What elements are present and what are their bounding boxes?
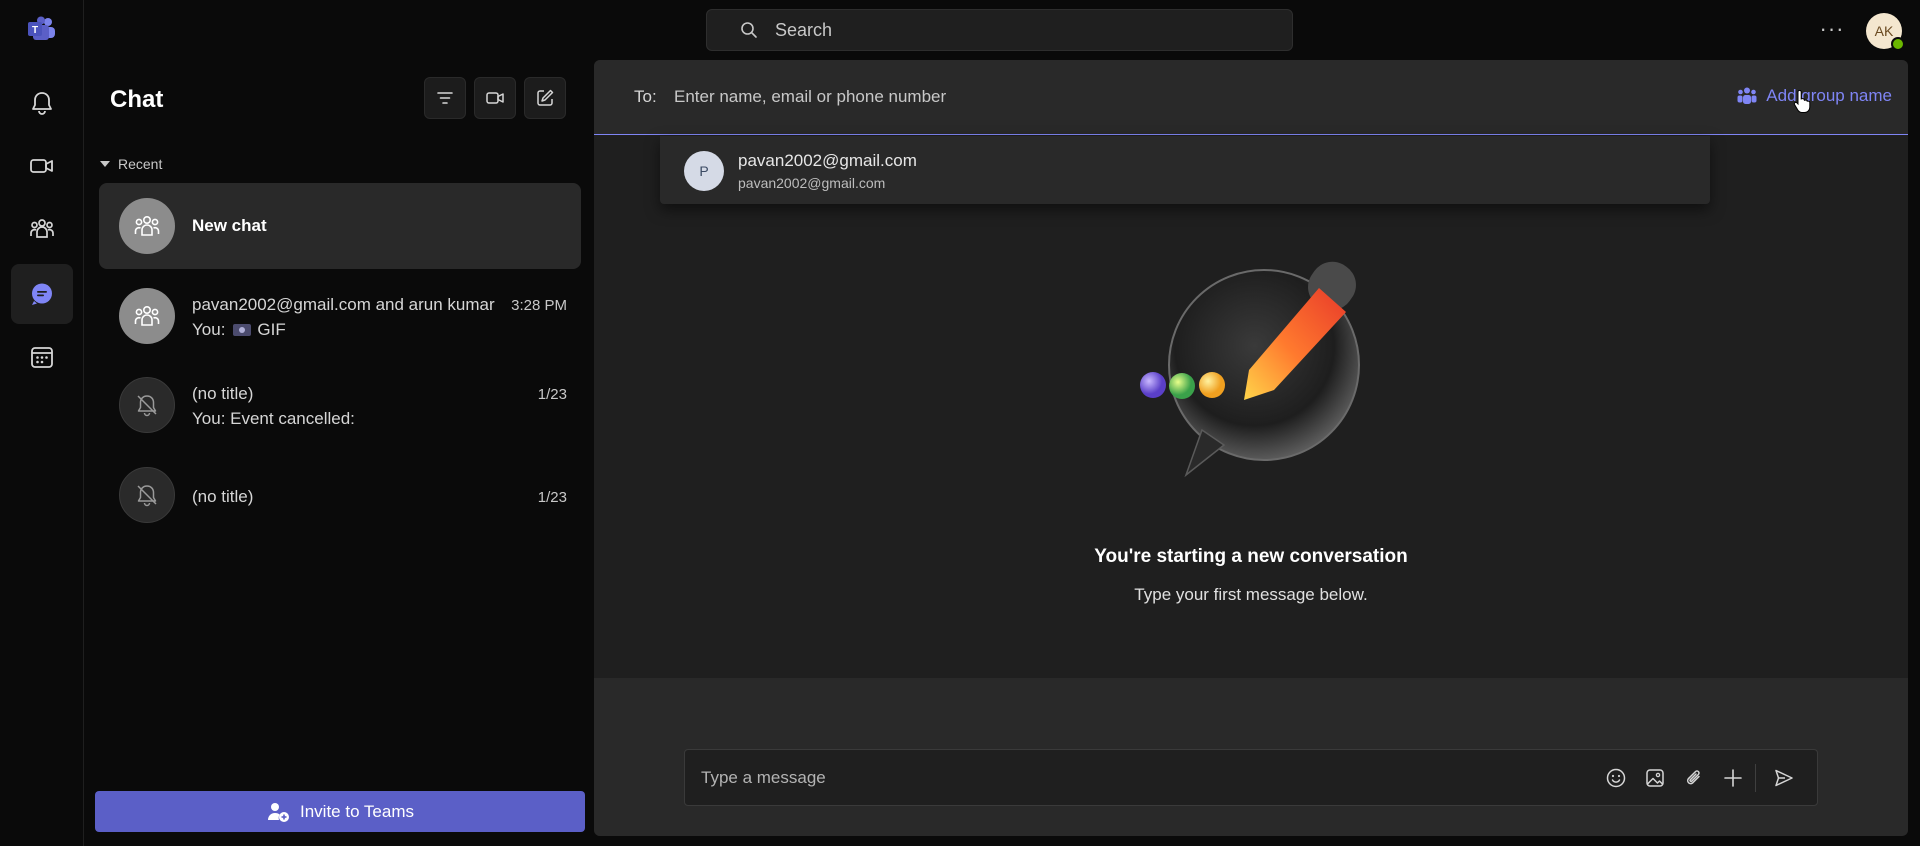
suggestion-email: pavan2002@gmail.com [738,175,886,191]
more-options-button[interactable]: ··· [1818,14,1846,44]
empty-state-subtitle: Type your first message below. [1134,585,1368,604]
suggestion-avatar: P [684,151,724,191]
rail-item-calendar[interactable] [11,327,73,387]
caret-down-icon [100,161,110,167]
main-pane: To: Enter name, email or phone number Ad… [594,60,1908,836]
hand-pointer-cursor-icon [1793,90,1811,113]
rail-item-meet[interactable] [11,136,73,196]
filter-icon [437,92,453,104]
send-icon [1775,769,1793,787]
search-placeholder: Search [775,19,833,40]
muted-avatar [119,377,175,433]
teams-logo-icon[interactable]: T [28,16,56,42]
rail-item-chat[interactable] [11,264,73,324]
more-actions-button[interactable] [1721,766,1745,790]
app-rail: T [0,0,84,846]
filter-button[interactable] [424,77,466,119]
new-conversation-illustration [1140,261,1360,478]
emoji-button[interactable] [1604,766,1628,790]
chat-preview-text: GIF [257,320,286,339]
chat-title: (no title) [192,384,254,403]
invite-to-teams-button[interactable]: Invite to Teams [95,791,585,832]
search-box[interactable]: Search [706,9,1293,51]
chat-list-item[interactable]: pavan2002@gmail.com and arun kumar 3:28 … [99,273,581,359]
svg-text:T: T [32,25,38,36]
chat-title: pavan2002@gmail.com and arun kumar [192,295,495,314]
to-label: To: [634,87,657,106]
message-compose-box[interactable]: Type a message [684,749,1818,806]
image-button[interactable] [1643,766,1667,790]
send-button[interactable] [1772,766,1796,790]
bell-icon [32,92,52,115]
add-group-name-label: Add group name [1766,86,1892,105]
bell-off-icon [137,395,157,417]
new-chat-icon [537,89,554,106]
suggestion-name: pavan2002@gmail.com [738,151,917,170]
chat-time: 3:28 PM [511,297,567,314]
chat-list-item[interactable]: (no title) 1/23 [99,452,581,538]
image-icon [1646,769,1664,787]
recent-label: Recent [118,156,163,172]
meet-now-button[interactable] [474,77,516,119]
recent-section-toggle[interactable]: Recent [100,156,162,172]
people-group-icon [134,216,160,236]
bell-off-icon [137,485,157,507]
attach-button[interactable] [1682,766,1706,790]
people-group-icon [30,219,54,238]
add-person-icon [267,802,289,822]
search-icon [741,22,757,38]
emoji-icon [1606,768,1626,788]
chat-preview: You: GIF [192,320,286,340]
group-avatar [119,288,175,344]
people-group-icon [134,306,160,326]
chat-title: New chat [192,216,267,235]
chat-time: 1/23 [537,386,567,403]
compose-placeholder: Type a message [701,768,826,787]
recipient-input[interactable]: Enter name, email or phone number [674,87,946,107]
compose-divider [1755,764,1756,792]
chat-list-item[interactable]: New chat [99,183,581,269]
chat-time: 1/23 [537,489,567,506]
people-group-icon [1737,87,1757,104]
chat-list-item[interactable]: (no title) 1/23 You: Event cancelled: [99,362,581,448]
calendar-icon [31,347,53,368]
muted-avatar [119,467,175,523]
attach-icon [1686,770,1700,785]
user-initials: AK [1874,23,1894,39]
add-group-name-button[interactable]: Add group name [1736,85,1892,107]
invite-label: Invite to Teams [299,801,415,821]
empty-state-title: You're starting a new conversation [1094,546,1408,567]
chat-title: (no title) [192,487,254,506]
recipient-suggestion[interactable]: P pavan2002@gmail.com pavan2002@gmail.co… [660,136,1710,204]
new-chat-button[interactable] [524,77,566,119]
gif-icon [233,324,252,336]
chat-bubble-icon [32,283,52,305]
group-avatar [119,198,175,254]
video-camera-icon [30,159,53,173]
plus-icon [1724,769,1742,787]
chat-preview: You: Event cancelled: [192,409,355,428]
chat-preview-prefix: You: [192,320,226,339]
rail-item-communities[interactable] [11,199,73,259]
recipient-bar: To: Enter name, email or phone number Ad… [594,60,1908,135]
meet-now-icon [486,92,504,104]
user-avatar[interactable]: AK [1866,13,1905,51]
panel-title: Chat [110,86,164,113]
rail-item-activity[interactable] [11,73,73,133]
presence-available-icon [1891,37,1905,51]
